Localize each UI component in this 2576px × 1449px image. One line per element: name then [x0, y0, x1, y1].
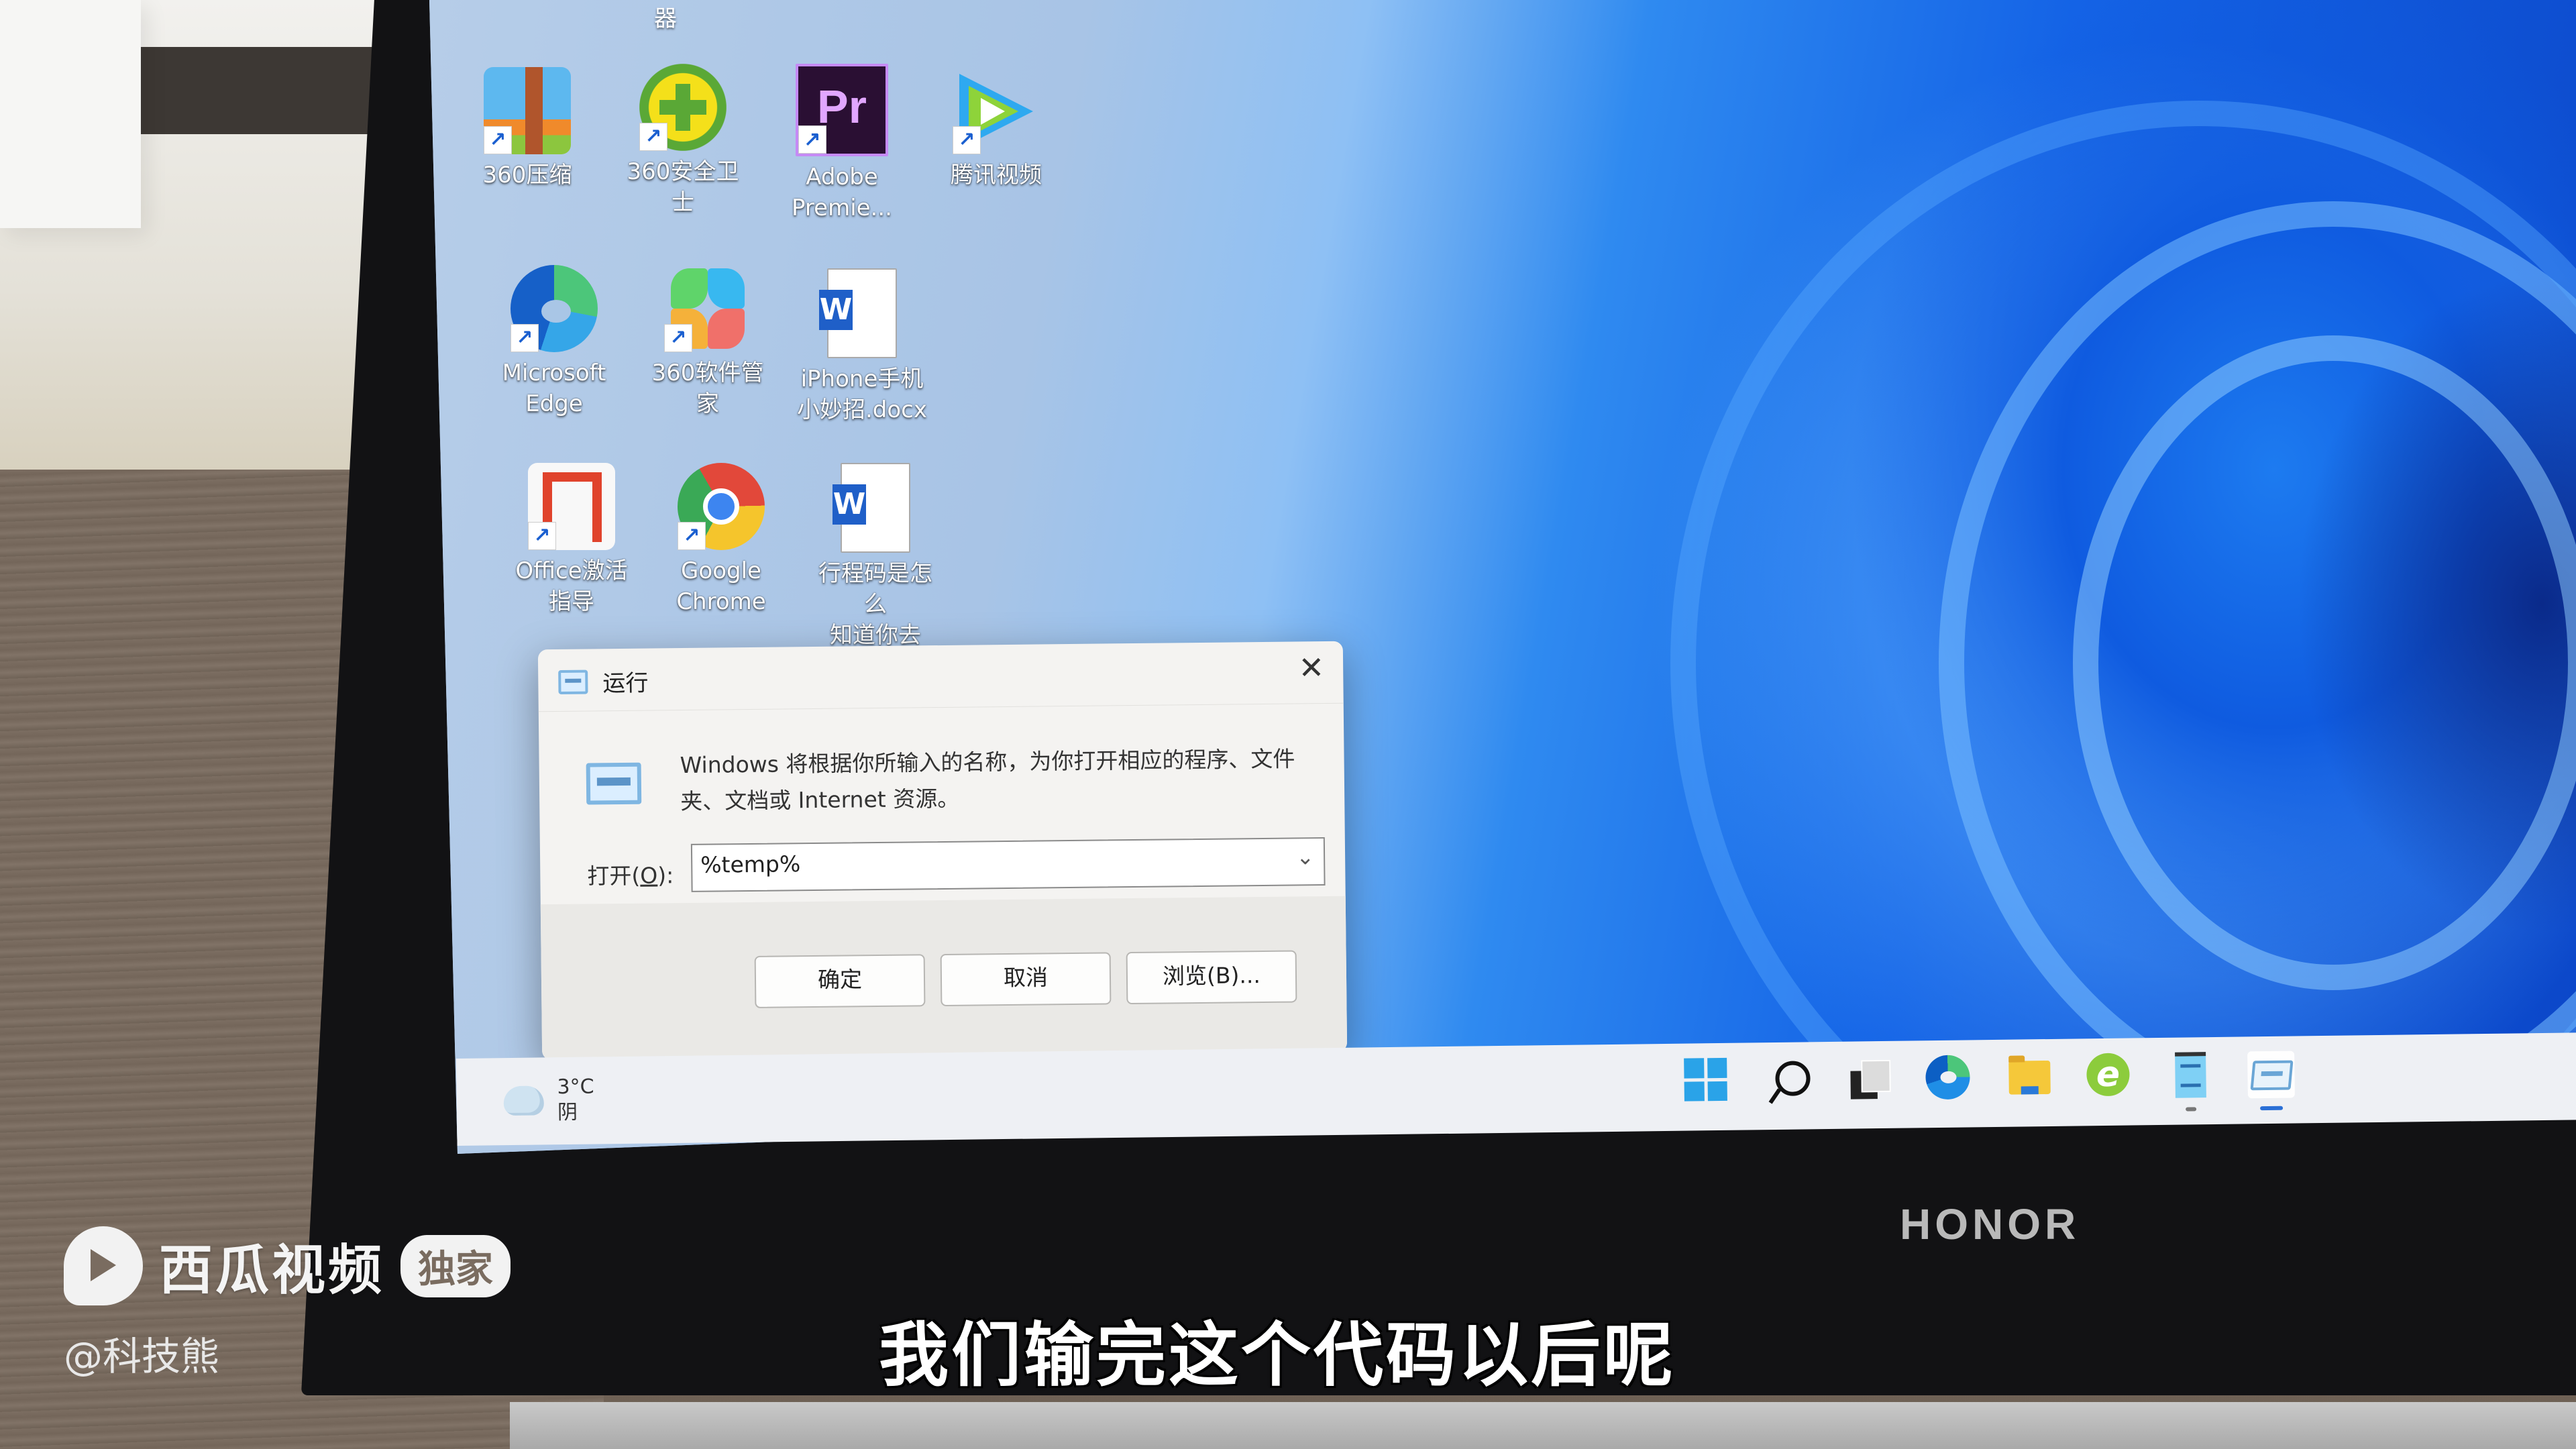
shortcut-arrow-icon: ↗	[664, 324, 692, 352]
run-large-icon-wrapper	[586, 762, 642, 805]
laptop-brand-logo: HONOR	[1900, 1200, 2080, 1248]
desktop-icon-microsoft-edge[interactable]: ↗ Microsoft Edge	[487, 265, 621, 419]
windows-start-icon	[1684, 1057, 1727, 1102]
weather-temperature: 3°C	[557, 1075, 594, 1099]
ie-browser-icon: e	[2086, 1053, 2130, 1097]
folder-icon	[2008, 1060, 2051, 1095]
taskbar-run-button[interactable]	[2247, 1051, 2295, 1111]
xigua-video-logo-icon	[64, 1226, 143, 1305]
word-document-icon: W	[819, 268, 897, 358]
running-indicator	[2186, 1107, 2197, 1112]
taskbar-notepad-button[interactable]	[2167, 1052, 2214, 1112]
run-icon	[586, 762, 642, 805]
adobe-premiere-icon: Pr ↗	[796, 64, 888, 156]
shortcut-arrow-icon: ↗	[798, 125, 826, 154]
chevron-down-icon[interactable]: ⌄	[1296, 844, 1314, 869]
desktop-icon-google-chrome[interactable]: ↗ Google Chrome	[654, 463, 788, 617]
run-icon	[558, 669, 588, 694]
platform-name: 西瓜视频	[159, 1239, 384, 1301]
shortcut-arrow-icon: ↗	[511, 324, 539, 352]
cloudy-weather-icon	[503, 1085, 545, 1116]
cancel-button[interactable]: 取消	[940, 952, 1112, 1007]
shortcut-arrow-icon: ↗	[484, 126, 512, 154]
desktop-icon-360-software-manager[interactable]: ↗ 360软件管家	[641, 265, 775, 419]
desktop-icon-360-security[interactable]: ↗ 360安全卫士	[616, 64, 750, 218]
open-field-label: 打开(O):	[587, 857, 674, 890]
360-software-manager-icon: ↗	[664, 265, 751, 352]
shortcut-arrow-icon: ↗	[678, 522, 706, 550]
author-handle: @科技熊	[64, 1334, 220, 1379]
search-button[interactable]	[1764, 1057, 1812, 1104]
desktop-icon-label: iPhone手机 小妙招.docx	[796, 366, 927, 423]
open-command-combobox[interactable]: %temp% ⌄	[690, 837, 1326, 892]
dialog-description: Windows 将根据你所输入的名称，为你打开相应的程序、文件夹、文档或 Int…	[680, 745, 1295, 815]
close-button[interactable]: ✕	[1298, 649, 1324, 686]
taskbar-file-explorer-button[interactable]	[2006, 1054, 2053, 1102]
dialog-title: 运行	[602, 669, 649, 698]
video-subtitle: 我们输完这个代码以后呢	[879, 1314, 1676, 1396]
run-dialog-icon	[2250, 1060, 2294, 1091]
active-indicator	[2260, 1106, 2284, 1111]
desktop-icon-label: Adobe Premie...	[792, 164, 892, 221]
desktop-icon-label: 360安全卫士	[627, 158, 739, 216]
shortcut-arrow-icon: ↗	[639, 123, 667, 151]
exclusive-badge: 独家	[400, 1234, 511, 1297]
desktop-icon-adobe-premiere[interactable]: Pr ↗ Adobe Premie...	[775, 64, 909, 223]
background-shelf	[127, 47, 396, 134]
shortcut-arrow-icon: ↗	[528, 522, 556, 550]
desktop-icon-label: Office激活 指导	[515, 557, 628, 615]
office-activation-icon: ↗	[528, 463, 615, 550]
task-view-button[interactable]	[1845, 1056, 1892, 1104]
tencent-video-icon: ↗	[953, 67, 1040, 154]
taskbar-apps: e	[1684, 1051, 2295, 1112]
weather-condition: 阴	[557, 1100, 578, 1125]
laptop-base	[510, 1402, 2576, 1449]
dialog-titlebar[interactable]: 运行	[558, 665, 649, 698]
desktop-icon-tencent-video[interactable]: ↗ 腾讯视频	[929, 67, 1063, 191]
shortcut-arrow-icon: ↗	[953, 126, 981, 154]
video-watermark: 西瓜视频 独家	[64, 1226, 511, 1305]
desktop-icon-label: 360软件管家	[651, 360, 764, 417]
notepad-icon	[2175, 1052, 2206, 1098]
weather-widget[interactable]: 3°C 阴	[503, 1074, 594, 1126]
ok-button[interactable]: 确定	[754, 954, 926, 1008]
open-label-suffix: ):	[657, 862, 674, 889]
start-button[interactable]	[1684, 1057, 1731, 1106]
chrome-icon: ↗	[678, 463, 765, 550]
weather-text: 3°C 阴	[557, 1074, 594, 1126]
edge-icon	[1925, 1055, 1970, 1100]
desktop-icon-iphone-tips-docx[interactable]: W iPhone手机 小妙招.docx	[795, 268, 929, 425]
360-zip-icon: ↗	[484, 67, 571, 154]
desktop-icon-label: 360压缩	[482, 162, 572, 189]
open-command-input-value[interactable]: %temp%	[700, 851, 800, 878]
desktop-icon-label-partial: 器	[654, 5, 677, 32]
desktop-icon-label: Microsoft Edge	[502, 360, 606, 417]
desktop-icon-360-zip[interactable]: ↗ 360压缩	[460, 67, 594, 191]
task-view-icon-front	[1861, 1059, 1891, 1093]
wallpaper-swirl	[1670, 101, 2576, 1154]
word-document-icon: W	[833, 463, 910, 553]
desktop-icon-label: Google Chrome	[676, 557, 766, 615]
edge-icon: ↗	[511, 265, 598, 352]
taskbar-edge-button[interactable]	[1925, 1055, 1973, 1102]
run-dialog: 运行 ✕ Windows 将根据你所输入的名称，为你打开相应的程序、文件夹、文档…	[537, 641, 1348, 1061]
background-box	[0, 0, 141, 228]
desktop-icon-label: 腾讯视频	[951, 162, 1042, 189]
open-label-accesskey: O	[640, 862, 658, 889]
taskbar-360-browser-button[interactable]: e	[2086, 1053, 2134, 1100]
search-icon	[1775, 1061, 1811, 1096]
desktop-icon-office-activation[interactable]: ↗ Office激活 指导	[504, 463, 639, 617]
open-label-prefix: 打开(	[587, 862, 641, 890]
title-divider	[538, 702, 1344, 712]
360-security-icon: ↗	[639, 64, 727, 151]
browse-button[interactable]: 浏览(B)...	[1126, 950, 1297, 1005]
